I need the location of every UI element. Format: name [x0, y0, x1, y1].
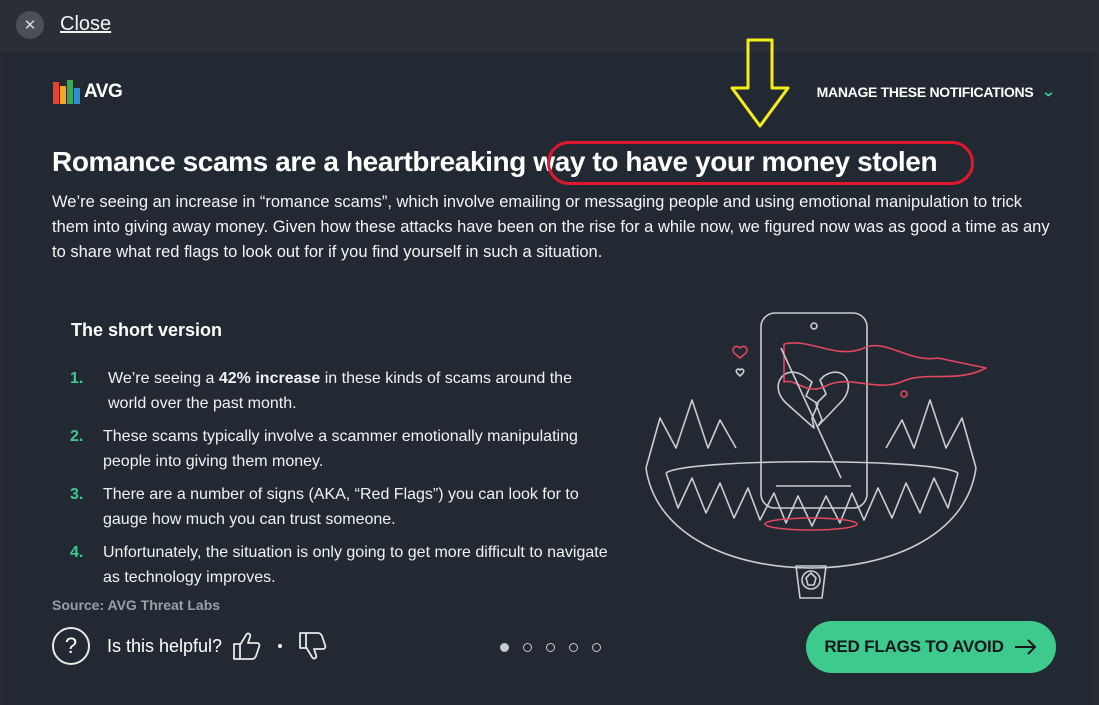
feedback-question: Is this helpful? [107, 635, 223, 656]
manage-notifications-label: MANAGE THESE NOTIFICATIONS [816, 84, 1034, 100]
list-number: 2. [70, 428, 84, 445]
page-dot-5[interactable] [592, 643, 601, 652]
top-bar: ✕ Close [0, 0, 1099, 52]
key-points-list: 1. We’re seeing a 42% increase in these … [70, 366, 610, 598]
pagination-dots [500, 643, 601, 652]
bear-trap-phone-illustration [645, 312, 987, 599]
list-item: 4. Unfortunately, the situation is only … [70, 540, 610, 590]
question-icon: ? [52, 627, 90, 665]
list-text: These scams typically involve a scammer … [103, 428, 578, 470]
list-number: 1. [70, 370, 84, 387]
list-text: Unfortunately, the situation is only goi… [103, 544, 608, 586]
list-number: 3. [70, 486, 84, 503]
thumbs-up-icon[interactable] [230, 629, 264, 663]
short-version-heading: The short version [71, 320, 223, 340]
close-icon[interactable]: ✕ [16, 11, 44, 39]
highlight-annotation [547, 141, 974, 185]
source-caption: Source: AVG Threat Labs [52, 597, 221, 613]
avg-logo: AVG [52, 78, 123, 106]
chevron-down-icon: ⌄ [1041, 84, 1056, 99]
manage-notifications-dropdown[interactable]: MANAGE THESE NOTIFICATIONS ⌄ [816, 84, 1056, 100]
feedback-bar: ? Is this helpful? [52, 627, 330, 665]
feedback-separator [278, 644, 283, 648]
intro-paragraph: We’re seeing an increase in “romance sca… [52, 193, 1050, 261]
list-text: There are a number of signs (AKA, “Red F… [103, 486, 579, 528]
page-dot-2[interactable] [523, 643, 532, 652]
page-dot-4[interactable] [569, 643, 578, 652]
arrow-right-icon [1014, 639, 1037, 655]
avg-logo-icon [53, 80, 80, 104]
annotation-arrow-icon [730, 38, 790, 128]
list-number: 4. [70, 544, 84, 561]
page-dot-3[interactable] [546, 643, 555, 652]
page-dot-1[interactable] [500, 643, 509, 652]
red-flags-button[interactable]: RED FLAGS TO AVOID [806, 621, 1056, 673]
list-item: 2. These scams typically involve a scamm… [70, 424, 610, 474]
list-text: We’re seeing a 42% increase in these kin… [108, 370, 572, 412]
logo-text: AVG [84, 81, 123, 102]
list-item: 3. There are a number of signs (AKA, “Re… [70, 482, 610, 532]
thumbs-down-icon[interactable] [296, 629, 330, 663]
list-item: 1. We’re seeing a 42% increase in these … [70, 366, 610, 416]
red-flags-button-label: RED FLAGS TO AVOID [824, 637, 1004, 656]
highlight-stat: 42% increase [218, 370, 321, 387]
close-link[interactable]: Close [60, 13, 111, 36]
